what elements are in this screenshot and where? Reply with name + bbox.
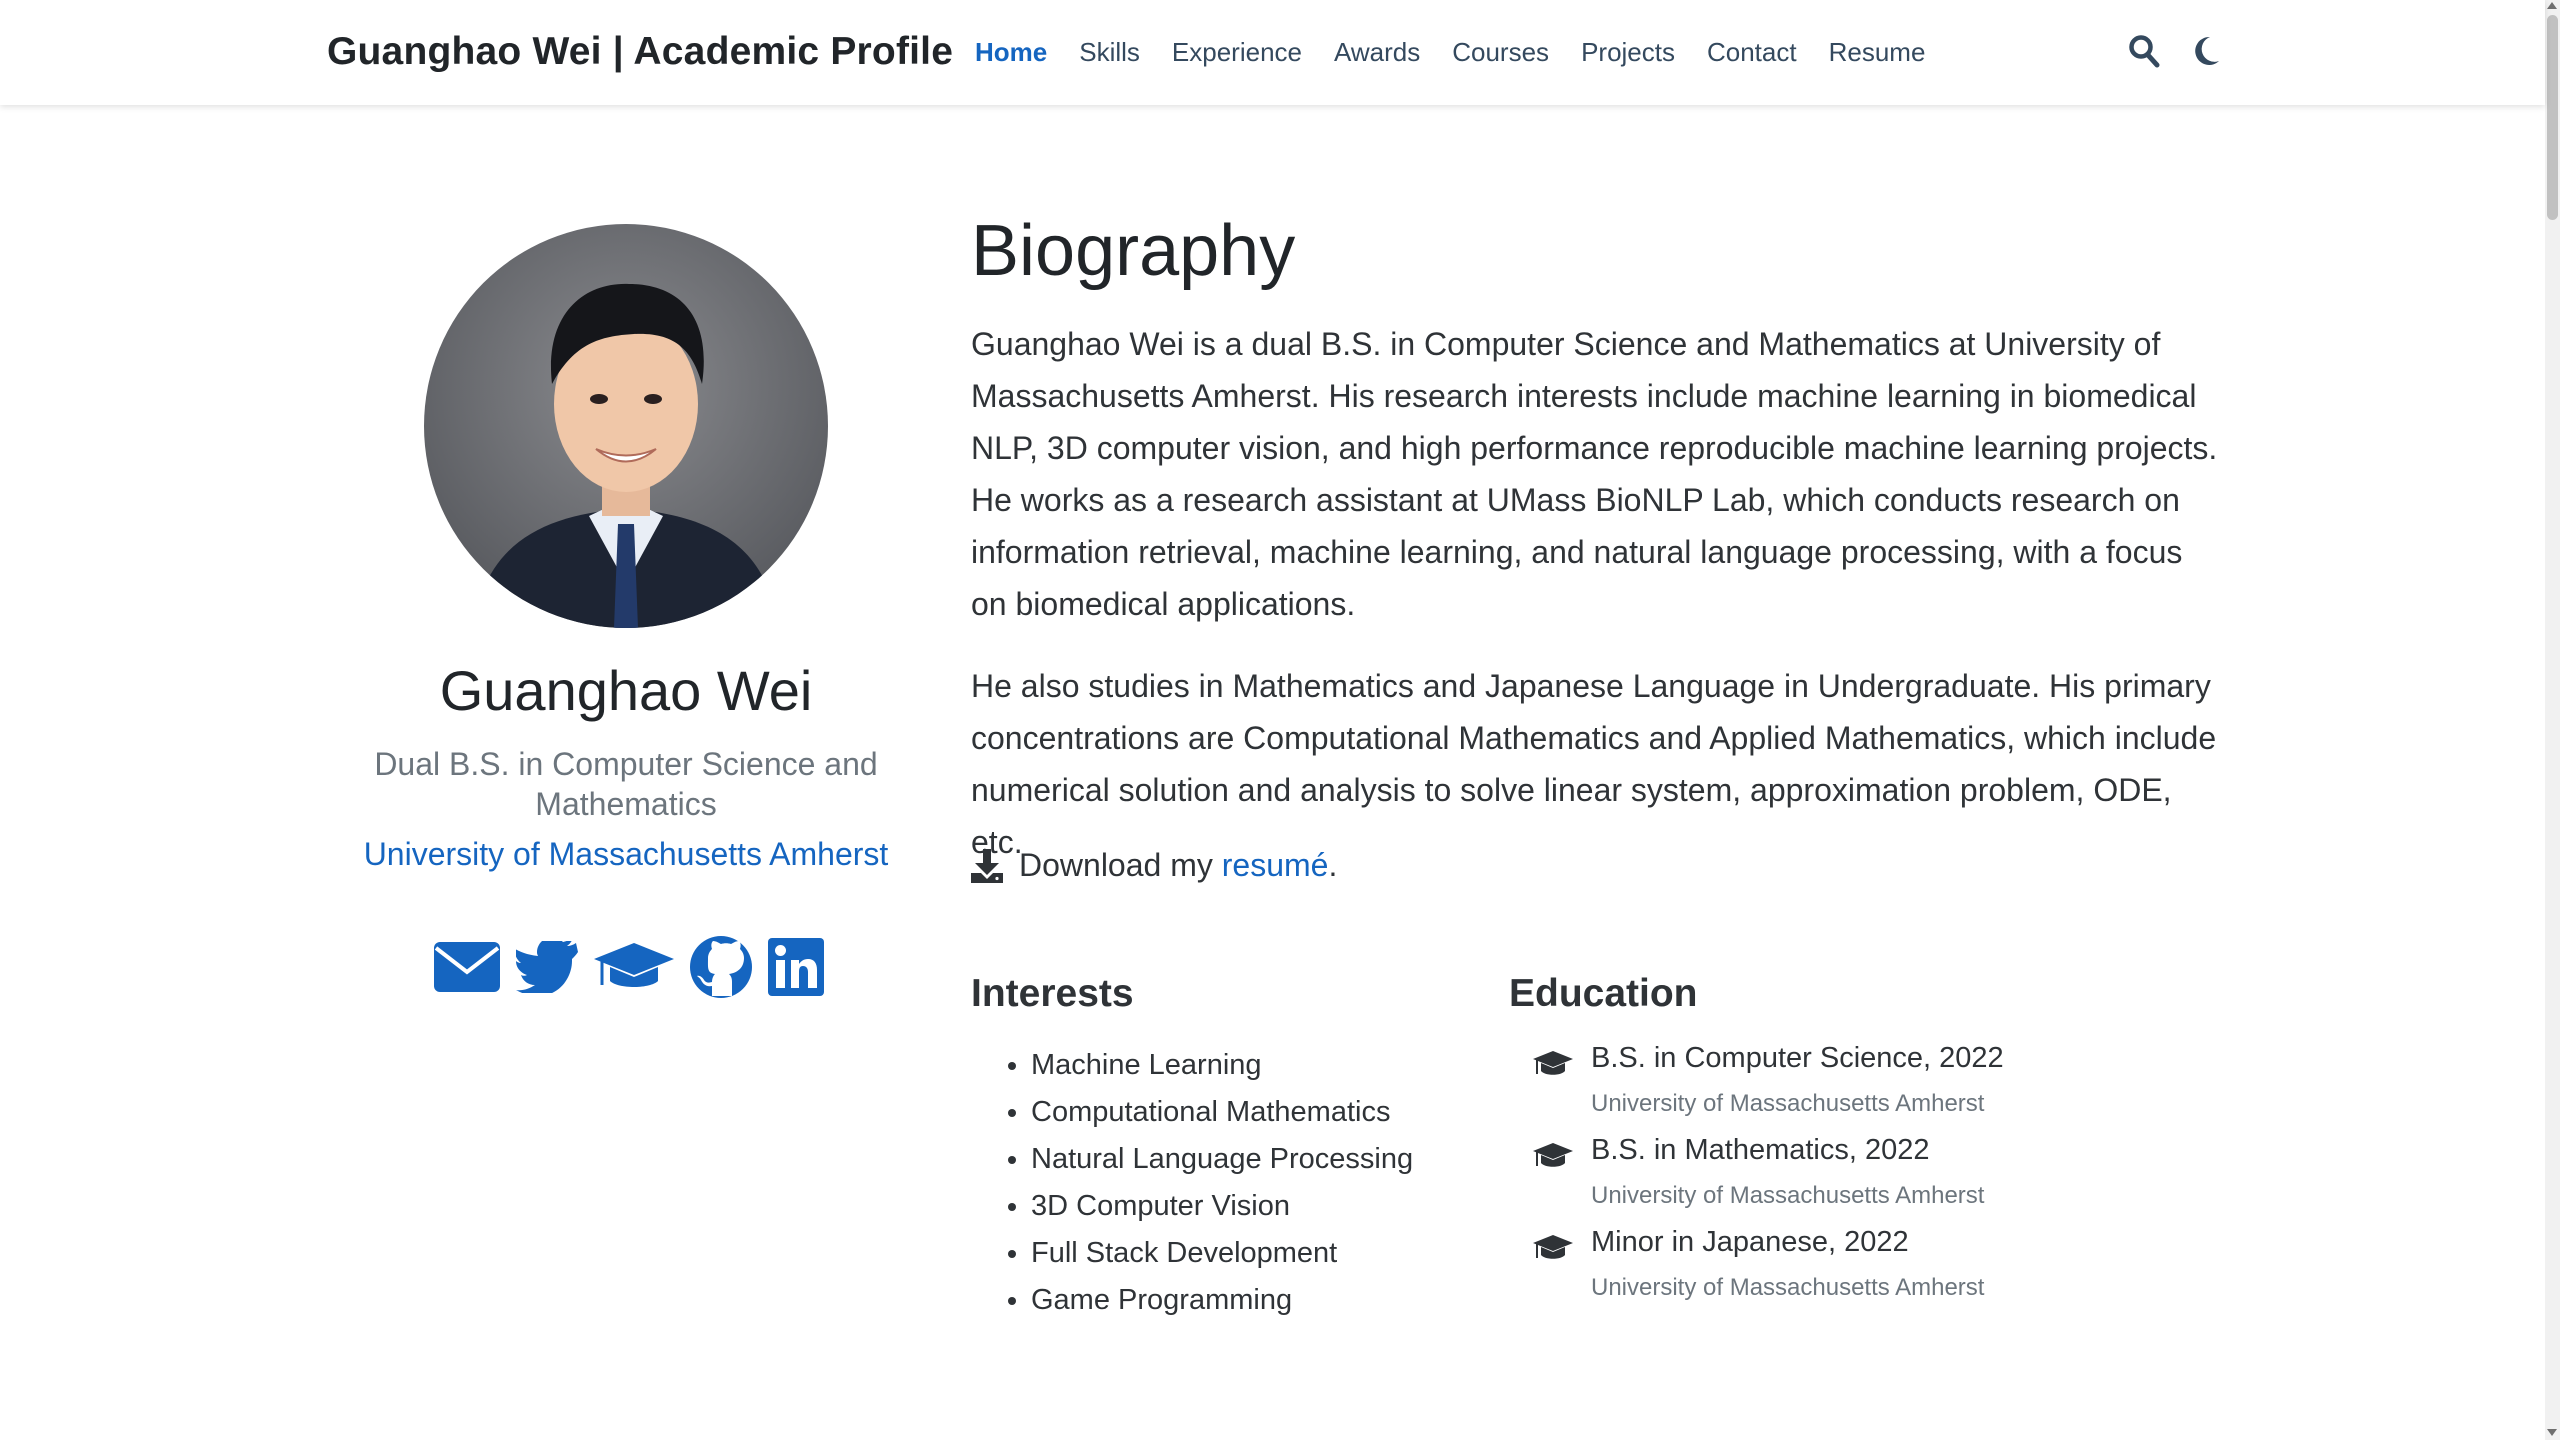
- scroll-up-arrow-icon[interactable]: [2547, 2, 2557, 9]
- resume-link[interactable]: resumé: [1222, 847, 1329, 884]
- download-prefix: Download my: [1019, 847, 1222, 883]
- education-heading: Education: [1509, 972, 1698, 1015]
- profile-role: Dual B.S. in Computer Science and Mathem…: [374, 746, 878, 822]
- download-resume: Download my resumé .: [971, 847, 1337, 884]
- biography-heading: Biography: [971, 211, 1296, 291]
- nav-tools: [2128, 34, 2222, 68]
- profile-organization-link[interactable]: University of Massachusetts Amherst: [330, 836, 922, 873]
- list-item: Game Programming: [1031, 1277, 1413, 1324]
- nav-contact[interactable]: Contact: [1707, 37, 1797, 68]
- page-scrollbar[interactable]: [2545, 0, 2560, 1440]
- list-item: Machine Learning: [1031, 1042, 1413, 1089]
- scroll-down-arrow-icon[interactable]: [2547, 1429, 2557, 1436]
- twitter-icon[interactable]: [516, 941, 578, 993]
- list-item: Natural Language Processing: [1031, 1136, 1413, 1183]
- download-icon: [971, 848, 1003, 883]
- avatar-portrait: [424, 224, 828, 628]
- education-degree: B.S. in Computer Science, 2022: [1591, 1042, 2004, 1074]
- nav-projects[interactable]: Projects: [1581, 37, 1675, 68]
- download-suffix: .: [1328, 847, 1338, 883]
- graduation-cap-icon: [1533, 1235, 1573, 1259]
- profile-name: Guanghao Wei: [439, 659, 813, 722]
- envelope-icon[interactable]: [434, 942, 500, 992]
- nav-experience[interactable]: Experience: [1172, 37, 1302, 68]
- nav-links: Home Skills Experience Awards Courses Pr…: [975, 37, 1957, 68]
- nav-skills[interactable]: Skills: [1079, 37, 1140, 68]
- graduation-cap-icon: [1533, 1051, 1573, 1075]
- list-item: Full Stack Development: [1031, 1230, 1413, 1277]
- education-degree: B.S. in Mathematics, 2022: [1591, 1134, 1930, 1166]
- list-item: Computational Mathematics: [1031, 1089, 1413, 1136]
- nav-resume[interactable]: Resume: [1829, 37, 1926, 68]
- education-school: University of Massachusetts Amherst: [1591, 1274, 1985, 1301]
- moon-icon[interactable]: [2190, 34, 2222, 68]
- biography-paragraph-2: He also studies in Mathematics and Japan…: [971, 668, 2217, 860]
- nav-awards[interactable]: Awards: [1334, 37, 1420, 68]
- education-school: University of Massachusetts Amherst: [1591, 1090, 1985, 1117]
- biography-paragraph-1: Guanghao Wei is a dual B.S. in Computer …: [971, 326, 2218, 622]
- interests-heading: Interests: [971, 972, 1134, 1015]
- list-item: 3D Computer Vision: [1031, 1183, 1413, 1230]
- nav-home[interactable]: Home: [975, 37, 1047, 68]
- education-degree: Minor in Japanese, 2022: [1591, 1226, 1909, 1258]
- nav-courses[interactable]: Courses: [1452, 37, 1549, 68]
- scroll-thumb[interactable]: [2547, 15, 2558, 220]
- linkedin-icon[interactable]: [768, 938, 824, 996]
- graduation-cap-icon[interactable]: [594, 941, 674, 993]
- interests-list: Machine Learning Computational Mathemati…: [1001, 1042, 1413, 1324]
- github-icon[interactable]: [690, 936, 752, 998]
- graduation-cap-icon: [1533, 1143, 1573, 1167]
- site-brand[interactable]: Guanghao Wei | Academic Profile: [327, 30, 953, 74]
- avatar: [424, 224, 828, 628]
- top-navbar: Guanghao Wei | Academic Profile Home Ski…: [0, 0, 2545, 105]
- search-icon[interactable]: [2128, 34, 2160, 68]
- social-links: [434, 936, 824, 998]
- education-school: University of Massachusetts Amherst: [1591, 1182, 1985, 1209]
